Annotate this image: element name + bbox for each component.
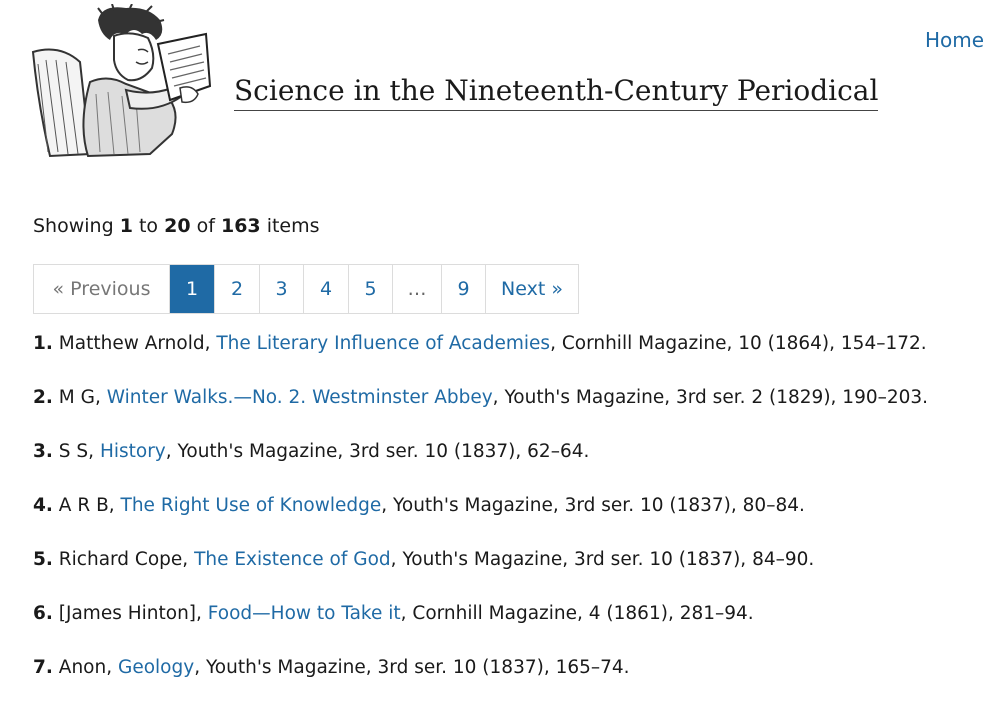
summary-from: 1 — [119, 215, 133, 237]
item-title-link[interactable]: Winter Walks.—No. 2. Westminster Abbey — [107, 387, 493, 408]
list-item: 1. Matthew Arnold, The Literary Influenc… — [33, 333, 927, 354]
item-citation: Youth's Magazine, 3rd ser. 10 (1837), 80… — [393, 495, 805, 516]
item-title-link[interactable]: Food—How to Take it — [208, 603, 401, 624]
home-link[interactable]: Home — [925, 28, 984, 52]
list-item: 4. A R B, The Right Use of Knowledge, Yo… — [33, 495, 805, 516]
summary-prefix: Showing — [33, 215, 114, 237]
item-citation: Youth's Magazine, 3rd ser. 10 (1837), 62… — [177, 441, 590, 462]
item-citation: Youth's Magazine, 3rd ser. 10 (1837), 16… — [205, 657, 630, 678]
item-number: 6. — [33, 603, 53, 624]
item-author: [James Hinton] — [58, 603, 197, 624]
page-1-button[interactable]: 1 — [169, 265, 214, 313]
summary-of-word: of — [196, 215, 215, 237]
site-title[interactable]: Science in the Nineteenth-Century Period… — [234, 74, 879, 111]
site-logo[interactable] — [30, 3, 212, 158]
pagination-ellipsis: … — [392, 265, 441, 313]
summary-total: 163 — [220, 215, 261, 237]
item-title-link[interactable]: The Literary Influence of Academies — [216, 333, 550, 354]
list-item: 6. [James Hinton], Food—How to Take it, … — [33, 603, 754, 624]
list-item: 2. M G, Winter Walks.—No. 2. Westminster… — [33, 387, 929, 408]
item-number: 5. — [33, 549, 53, 570]
item-title-link[interactable]: The Right Use of Knowledge — [121, 495, 382, 516]
page-4-button[interactable]: 4 — [303, 265, 348, 313]
item-citation: Cornhill Magazine, 4 (1861), 281–94. — [412, 603, 754, 624]
summary-suffix: items — [266, 215, 320, 237]
item-title-link[interactable]: Geology — [118, 657, 194, 678]
item-number: 1. — [33, 333, 53, 354]
item-author: S S — [58, 441, 89, 462]
item-citation: Youth's Magazine, 3rd ser. 2 (1829), 190… — [504, 387, 929, 408]
item-author: A R B — [58, 495, 109, 516]
item-number: 7. — [33, 657, 53, 678]
item-citation: Cornhill Magazine, 10 (1864), 154–172. — [561, 333, 927, 354]
item-author: Matthew Arnold — [58, 333, 205, 354]
next-page-button[interactable]: Next » — [485, 265, 578, 313]
item-author: Richard Cope — [58, 549, 183, 570]
item-author: Anon — [58, 657, 107, 678]
page-9-button[interactable]: 9 — [441, 265, 485, 313]
item-number: 3. — [33, 441, 53, 462]
item-title-link[interactable]: The Existence of God — [194, 549, 391, 570]
page-2-button[interactable]: 2 — [214, 265, 259, 313]
summary-to-word: to — [138, 215, 159, 237]
results-list: 1. Matthew Arnold, The Literary Influenc… — [33, 331, 928, 709]
item-title-link[interactable]: History — [100, 441, 166, 462]
reading-boy-illustration-icon — [31, 3, 212, 158]
previous-page-button: « Previous — [52, 278, 151, 300]
item-number: 4. — [33, 495, 53, 516]
list-item: 5. Richard Cope, The Existence of God, Y… — [33, 549, 815, 570]
page-5-button[interactable]: 5 — [348, 265, 392, 313]
pagination: « Previous 1 2 3 4 5 … 9 Next » — [33, 264, 579, 314]
item-citation: Youth's Magazine, 3rd ser. 10 (1837), 84… — [402, 549, 815, 570]
summary-to: 20 — [164, 215, 191, 237]
list-item: 3. S S, History, Youth's Magazine, 3rd s… — [33, 441, 590, 462]
item-number: 2. — [33, 387, 53, 408]
results-summary: Showing 1 to 20 of 163 items — [33, 215, 320, 237]
list-item: 7. Anon, Geology, Youth's Magazine, 3rd … — [33, 657, 630, 678]
item-author: M G — [58, 387, 95, 408]
page-3-button[interactable]: 3 — [259, 265, 303, 313]
